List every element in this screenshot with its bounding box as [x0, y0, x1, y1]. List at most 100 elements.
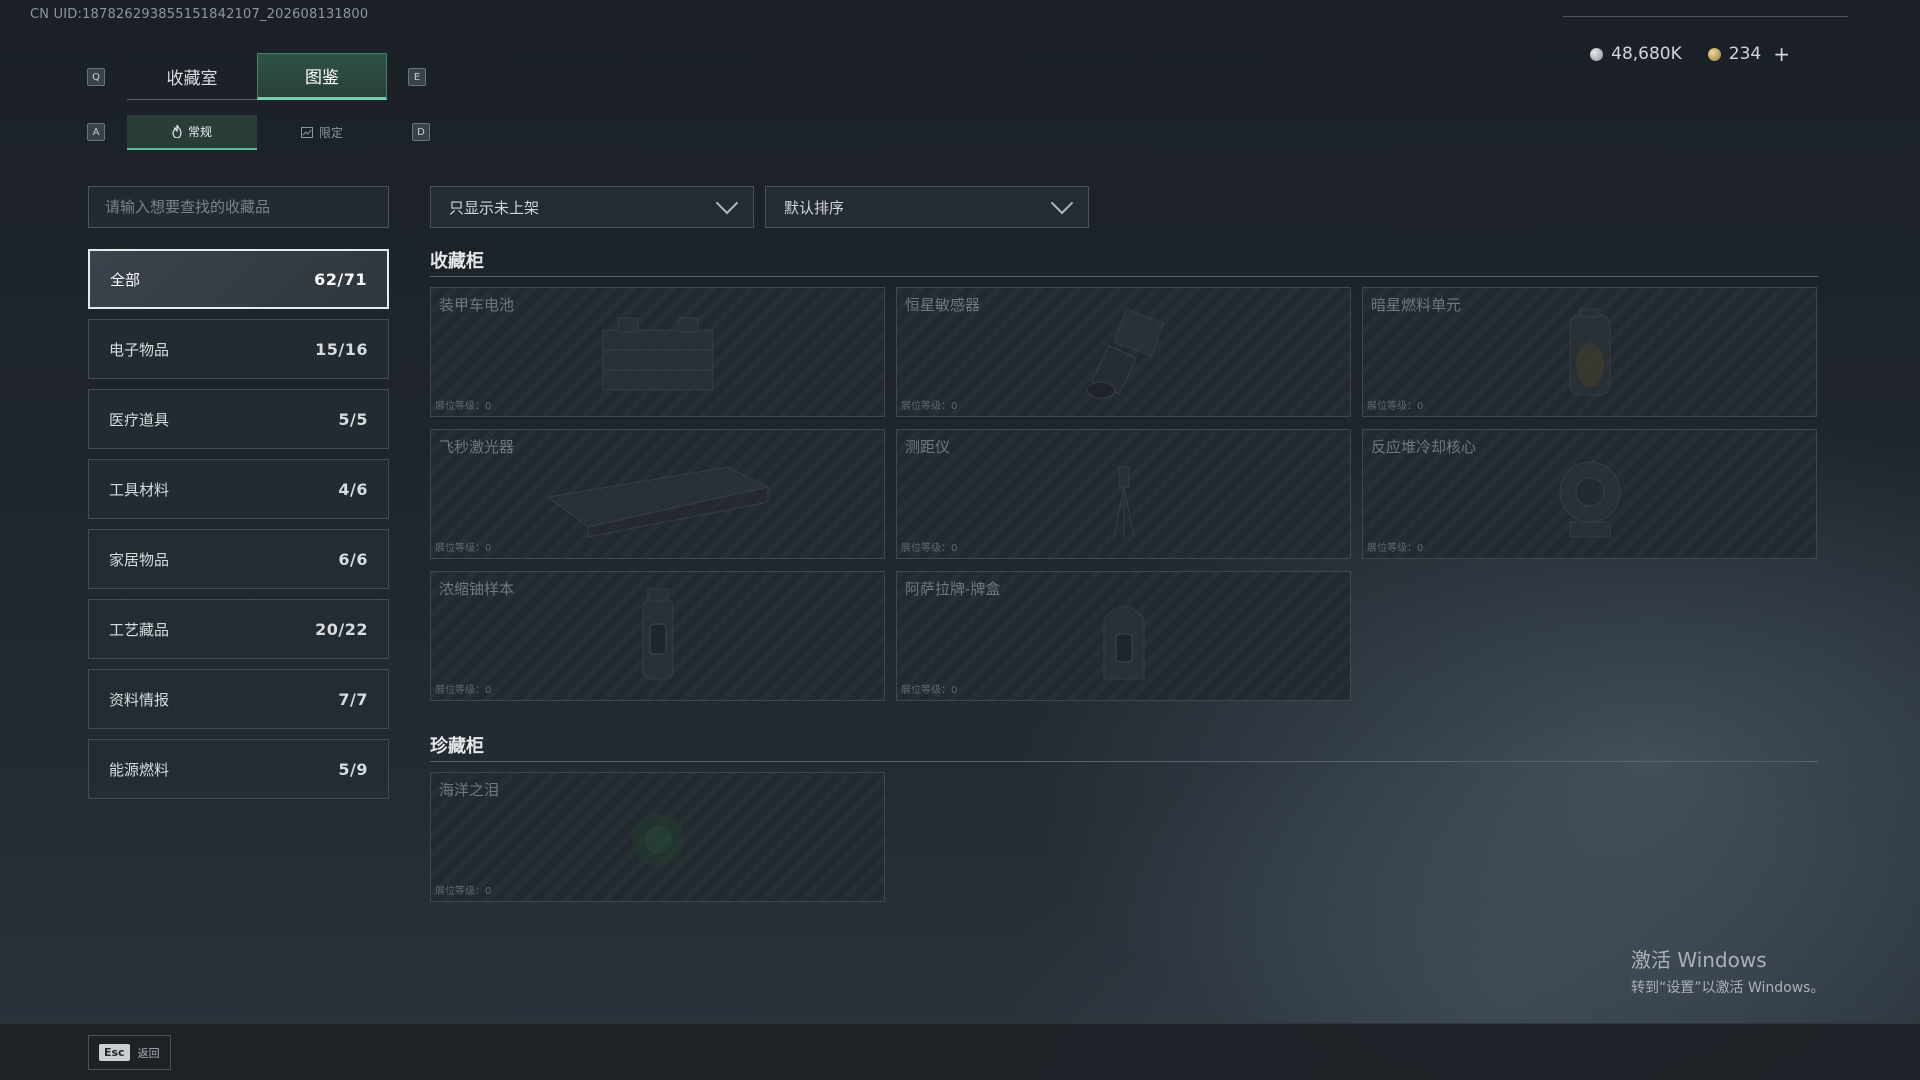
category-crafts[interactable]: 工艺藏品 20/22 [88, 599, 389, 659]
cabinet-section-divider [430, 276, 1818, 277]
category-count: 7/7 [338, 689, 368, 709]
collectible-card[interactable]: 反应堆冷却核心 展位等级：0 [1362, 429, 1817, 559]
sort-dropdown[interactable]: 默认排序 [765, 186, 1089, 228]
user-uid: CN UID:1878262938551518421​07_2026081318… [30, 7, 369, 22]
silver-amount: 48,680K [1611, 44, 1682, 64]
category-count: 4/6 [338, 479, 368, 499]
category-energy[interactable]: 能源燃料 5/9 [88, 739, 389, 799]
display-level: 展位等级：0 [435, 543, 492, 554]
category-all[interactable]: 全部 62/71 [88, 249, 389, 309]
collectible-card[interactable]: 浓缩铀样本 展位等级：0 [430, 571, 885, 701]
chevron-down-icon [1050, 191, 1074, 215]
tab-regular-label: 常规 [187, 125, 212, 139]
watermark-title: 激活 Windows [1631, 948, 1767, 972]
item-name: 浓缩铀样本 [439, 580, 515, 598]
key-q-hint: Q [87, 68, 105, 86]
rangefinder-icon [1113, 466, 1134, 539]
category-count: 62/71 [314, 269, 367, 289]
gold-amount: 234 [1728, 44, 1762, 64]
cabinet-section-title: 收藏柜 [430, 251, 484, 272]
gem-icon [631, 813, 684, 866]
display-level: 展位等级：0 [1367, 401, 1424, 412]
collectible-card[interactable]: 飞秒激光器 展位等级：0 [430, 429, 885, 559]
silver-coin-icon [1590, 47, 1604, 61]
item-name: 恒星敏感器 [905, 296, 981, 314]
battery-icon [602, 317, 713, 391]
display-level: 展位等级：0 [1367, 543, 1424, 554]
watermark-subtitle: 转到“设置”以激活 Windows。 [1631, 980, 1825, 996]
collectible-card[interactable]: 阿萨拉牌-牌盒 展位等级：0 [896, 571, 1351, 701]
key-e-hint: E [408, 68, 426, 86]
tab-limited-label: 限定 [318, 126, 343, 140]
item-name: 反应堆冷却核心 [1371, 438, 1477, 456]
card-box-icon [1103, 605, 1144, 680]
category-count: 15/16 [315, 339, 368, 359]
chevron-down-icon [715, 191, 739, 215]
uranium-sample-icon [642, 588, 673, 680]
laser-icon [546, 466, 769, 537]
display-level: 展位等级：0 [901, 685, 958, 696]
collectible-card[interactable]: 测距仪 展位等级：0 [896, 429, 1351, 559]
category-label: 医疗道具 [109, 410, 170, 429]
search-input[interactable] [105, 198, 372, 216]
fuel-cell-icon [1569, 308, 1610, 396]
item-name: 飞秒激光器 [439, 438, 515, 456]
item-name: 装甲车电池 [439, 296, 515, 314]
category-household[interactable]: 家居物品 6/6 [88, 529, 389, 589]
main-tabs: 收藏室 图鉴 [127, 53, 387, 100]
category-label: 全部 [110, 270, 141, 289]
tab-catalog[interactable]: 图鉴 [257, 53, 387, 100]
category-count: 6/6 [338, 549, 368, 569]
gold-currency: 234 + [1707, 42, 1790, 66]
tab-limited[interactable]: 限定 [257, 115, 387, 150]
back-button[interactable]: Esc 返回 [88, 1035, 171, 1070]
treasure-section-title: 珍藏柜 [430, 736, 484, 757]
collectible-card[interactable]: 海洋之泪 展位等级：0 [430, 772, 885, 902]
category-tools[interactable]: 工具材料 4/6 [88, 459, 389, 519]
category-label: 资料情报 [109, 690, 170, 709]
search-box [88, 186, 389, 228]
display-filter-value: 只显示未上架 [449, 198, 540, 217]
category-count: 20/22 [315, 619, 368, 639]
item-name: 海洋之泪 [439, 781, 500, 799]
gold-coin-icon [1707, 47, 1721, 61]
display-level: 展位等级：0 [901, 401, 958, 412]
collectible-card[interactable]: 恒星敏感器 展位等级：0 [896, 287, 1351, 417]
collectible-card[interactable]: 暗星燃料单元 展位等级：0 [1362, 287, 1817, 417]
display-level: 展位等级：0 [435, 886, 492, 897]
category-label: 电子物品 [109, 340, 170, 359]
item-name: 测距仪 [905, 438, 951, 456]
category-medical[interactable]: 医疗道具 5/5 [88, 389, 389, 449]
display-filter-dropdown[interactable]: 只显示未上架 [430, 186, 754, 228]
add-currency-button[interactable]: + [1773, 42, 1790, 66]
collectible-card[interactable]: 装甲车电池 展位等级：0 [430, 287, 885, 417]
display-level: 展位等级：0 [901, 543, 958, 554]
reactor-core-icon [1559, 461, 1620, 538]
category-label: 能源燃料 [109, 760, 170, 779]
category-electronics[interactable]: 电子物品 15/16 [88, 319, 389, 379]
category-count: 5/5 [338, 409, 368, 429]
header-divider [1563, 16, 1848, 17]
windows-activation-watermark: 激活 Windows 转到“设置”以激活 Windows。 [1631, 944, 1824, 997]
footer-bar [0, 1023, 1920, 1080]
category-label: 家居物品 [109, 550, 170, 569]
currency-bar: 48,680K 234 + [1590, 42, 1790, 66]
key-d-hint: D [412, 123, 430, 141]
flame-icon [172, 125, 182, 138]
esc-key-hint: Esc [99, 1044, 130, 1061]
item-name: 暗星燃料单元 [1371, 296, 1462, 314]
sensor-icon [1086, 308, 1164, 399]
display-level: 展位等级：0 [435, 685, 492, 696]
silver-currency: 48,680K [1590, 44, 1682, 64]
tab-collection-room[interactable]: 收藏室 [127, 53, 257, 100]
item-name: 阿萨拉牌-牌盒 [905, 580, 1001, 598]
treasure-section-divider [430, 761, 1818, 762]
limited-icon [300, 127, 313, 138]
display-level: 展位等级：0 [435, 401, 492, 412]
tab-regular[interactable]: 常规 [127, 115, 257, 150]
back-label: 返回 [137, 1046, 160, 1060]
category-list: 全部 62/71 电子物品 15/16 医疗道具 5/5 工具材料 4/6 家居… [88, 249, 389, 809]
category-label: 工艺藏品 [109, 620, 170, 639]
category-label: 工具材料 [109, 480, 170, 499]
category-intel[interactable]: 资料情报 7/7 [88, 669, 389, 729]
